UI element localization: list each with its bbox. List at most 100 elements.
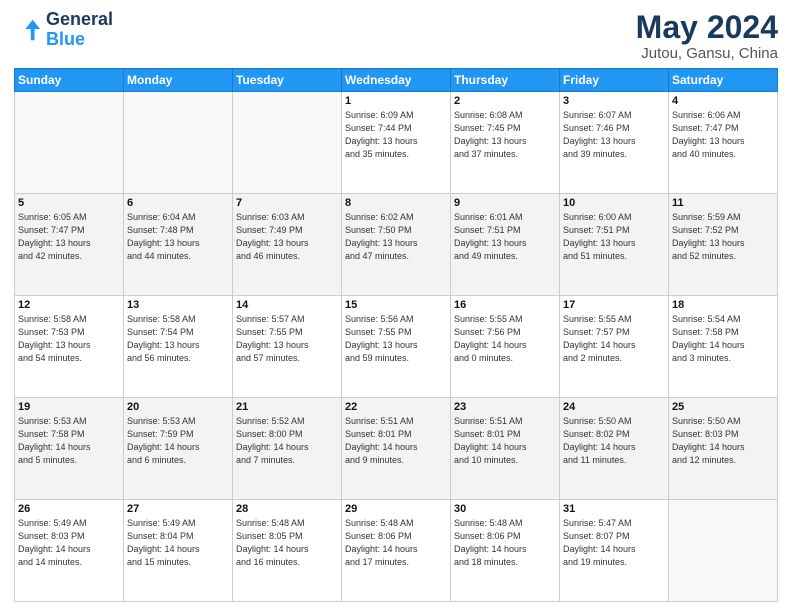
- calendar-cell: 24 Sunrise: 5:50 AM Sunset: 8:02 PM Dayli…: [560, 398, 669, 500]
- day-number: 17: [563, 299, 665, 311]
- weekday-header-tuesday: Tuesday: [233, 69, 342, 92]
- day-info: Sunrise: 6:04 AM Sunset: 7:48 PM Dayligh…: [127, 211, 229, 263]
- day-number: 23: [454, 401, 556, 413]
- calendar-week-row: 5 Sunrise: 6:05 AM Sunset: 7:47 PM Daylig…: [15, 194, 778, 296]
- day-number: 1: [345, 95, 447, 107]
- day-info: Sunrise: 6:05 AM Sunset: 7:47 PM Dayligh…: [18, 211, 120, 263]
- title-block: May 2024 Jutou, Gansu, China: [636, 10, 778, 62]
- day-number: 16: [454, 299, 556, 311]
- day-number: 18: [672, 299, 774, 311]
- calendar-cell: 3 Sunrise: 6:07 AM Sunset: 7:46 PM Daylig…: [560, 92, 669, 194]
- day-number: 26: [18, 503, 120, 515]
- calendar-cell: 13 Sunrise: 5:58 AM Sunset: 7:54 PM Dayli…: [124, 296, 233, 398]
- calendar-cell: 15 Sunrise: 5:56 AM Sunset: 7:55 PM Dayli…: [342, 296, 451, 398]
- day-info: Sunrise: 5:47 AM Sunset: 8:07 PM Dayligh…: [563, 517, 665, 569]
- day-info: Sunrise: 5:54 AM Sunset: 7:58 PM Dayligh…: [672, 313, 774, 365]
- day-number: 31: [563, 503, 665, 515]
- day-info: Sunrise: 5:57 AM Sunset: 7:55 PM Dayligh…: [236, 313, 338, 365]
- day-number: 7: [236, 197, 338, 209]
- day-info: Sunrise: 5:48 AM Sunset: 8:05 PM Dayligh…: [236, 517, 338, 569]
- day-number: 29: [345, 503, 447, 515]
- day-number: 22: [345, 401, 447, 413]
- calendar-week-row: 26 Sunrise: 5:49 AM Sunset: 8:03 PM Dayli…: [15, 500, 778, 602]
- day-info: Sunrise: 5:59 AM Sunset: 7:52 PM Dayligh…: [672, 211, 774, 263]
- calendar-cell: [124, 92, 233, 194]
- calendar-cell: 5 Sunrise: 6:05 AM Sunset: 7:47 PM Daylig…: [15, 194, 124, 296]
- day-info: Sunrise: 5:55 AM Sunset: 7:56 PM Dayligh…: [454, 313, 556, 365]
- day-number: 12: [18, 299, 120, 311]
- calendar-cell: 1Sunrise: 6:09 AM Sunset: 7:44 PM Daylig…: [342, 92, 451, 194]
- day-number: 14: [236, 299, 338, 311]
- day-info: Sunrise: 6:08 AM Sunset: 7:45 PM Dayligh…: [454, 109, 556, 161]
- day-info: Sunrise: 5:49 AM Sunset: 8:04 PM Dayligh…: [127, 517, 229, 569]
- calendar-cell: 28 Sunrise: 5:48 AM Sunset: 8:05 PM Dayli…: [233, 500, 342, 602]
- day-number: 15: [345, 299, 447, 311]
- calendar-cell: 18 Sunrise: 5:54 AM Sunset: 7:58 PM Dayli…: [669, 296, 778, 398]
- calendar-week-row: 1Sunrise: 6:09 AM Sunset: 7:44 PM Daylig…: [15, 92, 778, 194]
- calendar-cell: 6 Sunrise: 6:04 AM Sunset: 7:48 PM Daylig…: [124, 194, 233, 296]
- day-info: Sunrise: 6:06 AM Sunset: 7:47 PM Dayligh…: [672, 109, 774, 161]
- calendar-cell: 2 Sunrise: 6:08 AM Sunset: 7:45 PM Daylig…: [451, 92, 560, 194]
- day-info: Sunrise: 6:07 AM Sunset: 7:46 PM Dayligh…: [563, 109, 665, 161]
- day-info: Sunrise: 5:49 AM Sunset: 8:03 PM Dayligh…: [18, 517, 120, 569]
- day-number: 19: [18, 401, 120, 413]
- weekday-header-thursday: Thursday: [451, 69, 560, 92]
- day-info: Sunrise: 6:02 AM Sunset: 7:50 PM Dayligh…: [345, 211, 447, 263]
- day-number: 13: [127, 299, 229, 311]
- day-info: Sunrise: 5:48 AM Sunset: 8:06 PM Dayligh…: [454, 517, 556, 569]
- calendar-cell: 9 Sunrise: 6:01 AM Sunset: 7:51 PM Daylig…: [451, 194, 560, 296]
- weekday-header-sunday: Sunday: [15, 69, 124, 92]
- day-number: 4: [672, 95, 774, 107]
- day-number: 5: [18, 197, 120, 209]
- day-number: 24: [563, 401, 665, 413]
- subtitle: Jutou, Gansu, China: [636, 45, 778, 62]
- day-info: Sunrise: 6:01 AM Sunset: 7:51 PM Dayligh…: [454, 211, 556, 263]
- calendar-week-row: 12Sunrise: 5:58 AM Sunset: 7:53 PM Dayli…: [15, 296, 778, 398]
- calendar-cell: 16 Sunrise: 5:55 AM Sunset: 7:56 PM Dayli…: [451, 296, 560, 398]
- calendar-cell: 30 Sunrise: 5:48 AM Sunset: 8:06 PM Dayli…: [451, 500, 560, 602]
- day-number: 3: [563, 95, 665, 107]
- day-number: 8: [345, 197, 447, 209]
- main-title: May 2024: [636, 10, 778, 45]
- day-number: 10: [563, 197, 665, 209]
- day-info: Sunrise: 6:00 AM Sunset: 7:51 PM Dayligh…: [563, 211, 665, 263]
- day-number: 2: [454, 95, 556, 107]
- day-info: Sunrise: 6:03 AM Sunset: 7:49 PM Dayligh…: [236, 211, 338, 263]
- day-info: Sunrise: 5:51 AM Sunset: 8:01 PM Dayligh…: [345, 415, 447, 467]
- logo: General Blue: [14, 10, 113, 50]
- day-number: 11: [672, 197, 774, 209]
- day-info: Sunrise: 5:58 AM Sunset: 7:54 PM Dayligh…: [127, 313, 229, 365]
- day-info: Sunrise: 5:53 AM Sunset: 7:58 PM Dayligh…: [18, 415, 120, 467]
- calendar-cell: 7 Sunrise: 6:03 AM Sunset: 7:49 PM Daylig…: [233, 194, 342, 296]
- day-number: 28: [236, 503, 338, 515]
- calendar-cell: 19 Sunrise: 5:53 AM Sunset: 7:58 PM Dayli…: [15, 398, 124, 500]
- day-info: Sunrise: 5:51 AM Sunset: 8:01 PM Dayligh…: [454, 415, 556, 467]
- day-info: Sunrise: 5:50 AM Sunset: 8:02 PM Dayligh…: [563, 415, 665, 467]
- day-info: Sunrise: 5:52 AM Sunset: 8:00 PM Dayligh…: [236, 415, 338, 467]
- calendar-cell: [669, 500, 778, 602]
- calendar-cell: 14 Sunrise: 5:57 AM Sunset: 7:55 PM Dayli…: [233, 296, 342, 398]
- day-number: 25: [672, 401, 774, 413]
- calendar-cell: 22 Sunrise: 5:51 AM Sunset: 8:01 PM Dayli…: [342, 398, 451, 500]
- calendar-cell: 31 Sunrise: 5:47 AM Sunset: 8:07 PM Dayli…: [560, 500, 669, 602]
- calendar-cell: [233, 92, 342, 194]
- calendar-cell: 8 Sunrise: 6:02 AM Sunset: 7:50 PM Daylig…: [342, 194, 451, 296]
- calendar-week-row: 19 Sunrise: 5:53 AM Sunset: 7:58 PM Dayli…: [15, 398, 778, 500]
- calendar-cell: 20 Sunrise: 5:53 AM Sunset: 7:59 PM Dayli…: [124, 398, 233, 500]
- day-number: 20: [127, 401, 229, 413]
- logo-icon: [14, 16, 42, 44]
- day-number: 6: [127, 197, 229, 209]
- weekday-header-row: SundayMondayTuesdayWednesdayThursdayFrid…: [15, 69, 778, 92]
- page: General Blue May 2024 Jutou, Gansu, Chin…: [0, 0, 792, 612]
- calendar-cell: 27Sunrise: 5:49 AM Sunset: 8:04 PM Dayli…: [124, 500, 233, 602]
- day-number: 9: [454, 197, 556, 209]
- calendar-cell: 25Sunrise: 5:50 AM Sunset: 8:03 PM Dayli…: [669, 398, 778, 500]
- calendar-cell: 10 Sunrise: 6:00 AM Sunset: 7:51 PM Dayli…: [560, 194, 669, 296]
- calendar-cell: 17Sunrise: 5:55 AM Sunset: 7:57 PM Dayli…: [560, 296, 669, 398]
- day-info: Sunrise: 5:56 AM Sunset: 7:55 PM Dayligh…: [345, 313, 447, 365]
- day-info: Sunrise: 5:53 AM Sunset: 7:59 PM Dayligh…: [127, 415, 229, 467]
- day-info: Sunrise: 5:48 AM Sunset: 8:06 PM Dayligh…: [345, 517, 447, 569]
- calendar-cell: 12Sunrise: 5:58 AM Sunset: 7:53 PM Dayli…: [15, 296, 124, 398]
- day-number: 30: [454, 503, 556, 515]
- day-number: 21: [236, 401, 338, 413]
